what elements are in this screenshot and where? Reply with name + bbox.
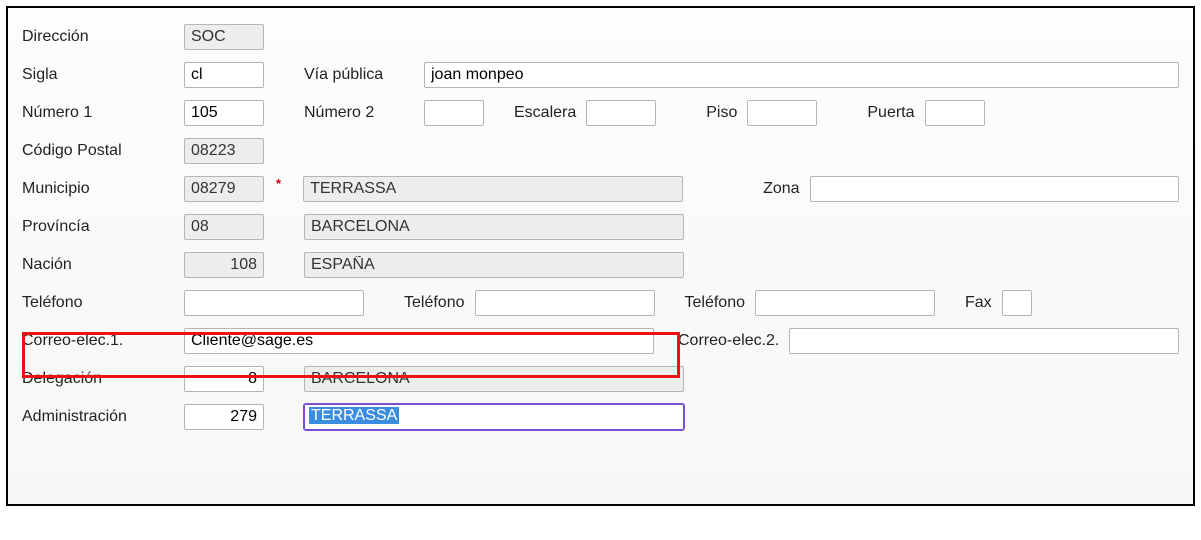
nacion-name-field[interactable] — [304, 252, 684, 278]
correo2-field[interactable] — [789, 328, 1179, 354]
municipio-code-field[interactable] — [184, 176, 264, 202]
label-telefono3: Teléfono — [685, 294, 746, 312]
nacion-code-field[interactable] — [184, 252, 264, 278]
numero2-field[interactable] — [424, 100, 484, 126]
label-correo1: Correo-elec.1. — [22, 332, 174, 350]
codigo-postal-field[interactable] — [184, 138, 264, 164]
label-direccion: Dirección — [22, 28, 174, 46]
label-numero1: Número 1 — [22, 104, 174, 122]
telefono3-field[interactable] — [755, 290, 935, 316]
label-escalera: Escalera — [514, 104, 576, 122]
correo1-field[interactable] — [184, 328, 654, 354]
address-form: Dirección Sigla Vía pública Número 1 Núm… — [6, 6, 1195, 506]
provincia-code-field[interactable] — [184, 214, 264, 240]
label-via-publica: Vía pública — [304, 66, 414, 84]
label-numero2: Número 2 — [304, 104, 414, 122]
escalera-field[interactable] — [586, 100, 656, 126]
fax-field[interactable] — [1002, 290, 1032, 316]
telefono2-field[interactable] — [475, 290, 655, 316]
numero1-field[interactable] — [184, 100, 264, 126]
administracion-name-selection: TERRASSA — [309, 407, 399, 424]
direccion-field[interactable] — [184, 24, 264, 50]
telefono1-field[interactable] — [184, 290, 364, 316]
label-delegacion: Delegación — [22, 370, 174, 388]
label-fax: Fax — [965, 294, 992, 312]
provincia-name-field[interactable] — [304, 214, 684, 240]
label-administracion: Administración — [22, 408, 174, 426]
label-puerta: Puerta — [867, 104, 914, 122]
sigla-field[interactable] — [184, 62, 264, 88]
label-codigo-postal: Código Postal — [22, 142, 174, 160]
delegacion-code-field[interactable] — [184, 366, 264, 392]
municipio-name-field[interactable] — [303, 176, 683, 202]
via-publica-field[interactable] — [424, 62, 1179, 88]
label-telefono2: Teléfono — [404, 294, 465, 312]
label-nacion: Nación — [22, 256, 174, 274]
required-star-icon: * — [276, 176, 281, 191]
zona-field[interactable] — [810, 176, 1179, 202]
administracion-code-field[interactable] — [184, 404, 264, 430]
administracion-name-field[interactable]: TERRASSA — [304, 404, 684, 430]
piso-field[interactable] — [747, 100, 817, 126]
delegacion-name-field[interactable] — [304, 366, 684, 392]
label-correo2: Correo-elec.2. — [678, 332, 779, 350]
puerta-field[interactable] — [925, 100, 985, 126]
label-piso: Piso — [706, 104, 737, 122]
label-zona: Zona — [763, 180, 799, 198]
label-municipio: Municipio — [22, 180, 174, 198]
label-sigla: Sigla — [22, 66, 174, 84]
label-telefono1: Teléfono — [22, 294, 174, 312]
label-provincia: Províncía — [22, 218, 174, 236]
